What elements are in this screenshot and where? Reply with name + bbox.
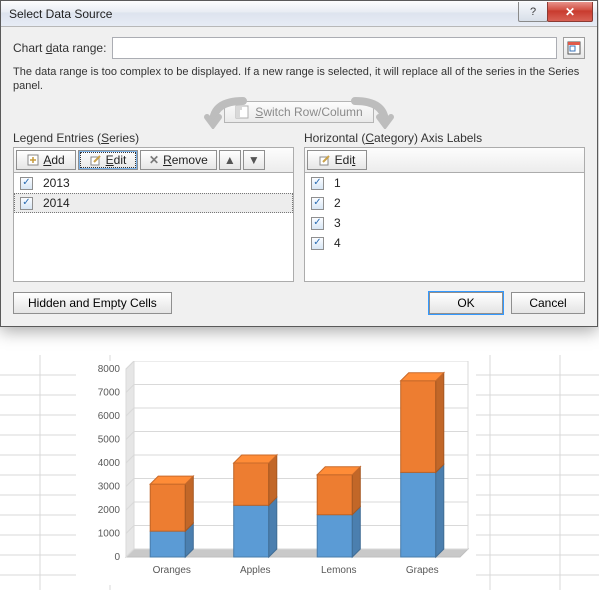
category-item[interactable]: ✓1 bbox=[305, 173, 584, 193]
warning-text: The data range is too complex to be disp… bbox=[13, 65, 585, 93]
data-range-input[interactable] bbox=[112, 37, 557, 59]
titlebar[interactable]: Select Data Source ? ✕ bbox=[1, 1, 597, 27]
y-tick-label: 6000 bbox=[98, 411, 121, 422]
arrow-right-icon bbox=[351, 95, 395, 129]
triangle-up-icon: ▲ bbox=[224, 153, 236, 167]
close-button[interactable]: ✕ bbox=[547, 2, 593, 22]
x-tick-label: Lemons bbox=[321, 565, 357, 576]
checkbox[interactable]: ✓ bbox=[311, 177, 324, 190]
y-tick-label: 2000 bbox=[98, 505, 121, 516]
category-label: 3 bbox=[334, 216, 341, 230]
close-icon: ✕ bbox=[565, 5, 575, 19]
hidden-empty-cells-button[interactable]: Hidden and Empty Cells bbox=[13, 292, 172, 314]
series-item[interactable]: ✓ 2014 bbox=[14, 193, 293, 213]
category-listbox[interactable]: ✓1✓2✓3✓4 bbox=[304, 172, 585, 282]
x-tick-label: Oranges bbox=[153, 565, 191, 576]
category-label: 1 bbox=[334, 176, 341, 190]
dialog-title: Select Data Source bbox=[9, 7, 518, 21]
category-axis-title: Horizontal (Category) Axis Labels bbox=[304, 131, 585, 145]
move-up-button[interactable]: ▲ bbox=[219, 150, 241, 170]
category-item[interactable]: ✓2 bbox=[305, 193, 584, 213]
triangle-down-icon: ▼ bbox=[248, 153, 260, 167]
help-button[interactable]: ? bbox=[518, 2, 548, 22]
y-tick-label: 1000 bbox=[98, 529, 121, 540]
cancel-button[interactable]: Cancel bbox=[511, 292, 585, 314]
add-icon bbox=[27, 154, 39, 166]
help-icon: ? bbox=[530, 6, 536, 18]
series-item[interactable]: ✓ 2013 bbox=[14, 173, 293, 193]
legend-entries-panel: Legend Entries (Series) Add Edit ✕ Remov… bbox=[13, 131, 294, 282]
remove-series-button[interactable]: ✕ Remove bbox=[140, 150, 217, 170]
checkbox[interactable]: ✓ bbox=[311, 217, 324, 230]
ok-button[interactable]: OK bbox=[429, 292, 503, 314]
series-label: 2013 bbox=[43, 176, 70, 190]
y-tick-label: 8000 bbox=[98, 364, 121, 375]
series-toolbar: Add Edit ✕ Remove ▲ ▼ bbox=[13, 147, 294, 172]
category-toolbar: Edit bbox=[304, 147, 585, 172]
remove-icon: ✕ bbox=[149, 153, 159, 167]
checkbox[interactable]: ✓ bbox=[20, 197, 33, 210]
x-tick-label: Apples bbox=[240, 565, 271, 576]
category-label: 2 bbox=[334, 196, 341, 210]
y-tick-label: 5000 bbox=[98, 435, 121, 446]
category-item[interactable]: ✓4 bbox=[305, 233, 584, 253]
checkbox[interactable]: ✓ bbox=[20, 177, 33, 190]
legend-entries-title: Legend Entries (Series) bbox=[13, 131, 294, 145]
y-tick-label: 0 bbox=[114, 552, 120, 563]
y-tick-label: 3000 bbox=[98, 482, 121, 493]
range-picker-button[interactable] bbox=[563, 37, 585, 59]
category-axis-panel: Horizontal (Category) Axis Labels Edit ✓… bbox=[304, 131, 585, 282]
edit-icon bbox=[319, 154, 331, 166]
checkbox[interactable]: ✓ bbox=[311, 237, 324, 250]
add-series-button[interactable]: Add bbox=[16, 150, 76, 170]
data-range-label: Chart data range: bbox=[13, 41, 106, 55]
y-tick-label: 7000 bbox=[98, 388, 121, 399]
y-tick-label: 4000 bbox=[98, 458, 121, 469]
chart[interactable]: 0 1000 2000 3000 4000 5000 6000 7000 8000 Oranges… bbox=[76, 361, 476, 585]
edit-series-button[interactable]: Edit bbox=[78, 150, 138, 170]
range-picker-icon bbox=[567, 41, 581, 55]
edit-category-button[interactable]: Edit bbox=[307, 150, 367, 170]
checkbox[interactable]: ✓ bbox=[311, 197, 324, 210]
edit-icon bbox=[90, 154, 102, 166]
series-listbox[interactable]: ✓ 2013 ✓ 2014 bbox=[13, 172, 294, 282]
x-tick-label: Grapes bbox=[406, 565, 439, 576]
arrow-left-icon bbox=[203, 95, 247, 129]
category-label: 4 bbox=[334, 236, 341, 250]
select-data-source-dialog: Select Data Source ? ✕ Chart data range:… bbox=[0, 0, 598, 327]
category-item[interactable]: ✓3 bbox=[305, 213, 584, 233]
series-label: 2014 bbox=[43, 196, 70, 210]
move-down-button[interactable]: ▼ bbox=[243, 150, 265, 170]
